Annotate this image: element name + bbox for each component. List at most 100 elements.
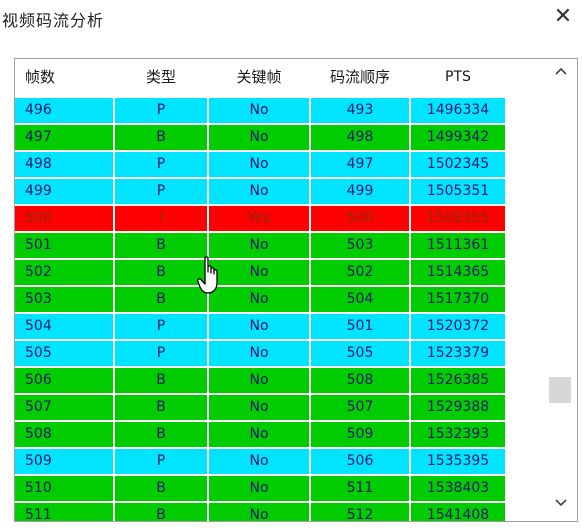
frame-type-cell: B — [115, 395, 207, 420]
frame-type-cell: B — [115, 233, 207, 258]
frame-type-cell: P — [115, 98, 207, 123]
frame-row[interactable]: 502 B No 502 1514365 — [15, 259, 545, 286]
frame-number-cell: 511 — [15, 503, 113, 521]
frame-number-cell: 497 — [15, 125, 113, 150]
frame-number-cell: 496 — [15, 98, 113, 123]
keyframe-cell: No — [209, 314, 309, 339]
frame-number-cell: 501 — [15, 233, 113, 258]
keyframe-cell: No — [209, 179, 309, 204]
keyframe-cell: No — [209, 476, 309, 501]
column-header-frame[interactable]: 帧数 — [15, 59, 113, 95]
frame-row[interactable]: 498 P No 497 1502345 — [15, 151, 545, 178]
pts-cell: 1529388 — [411, 395, 505, 420]
frame-row[interactable]: 496 P No 493 1496334 — [15, 97, 545, 124]
column-header-type[interactable]: 类型 — [115, 59, 207, 95]
keyframe-cell: No — [209, 341, 309, 366]
keyframe-cell: No — [209, 422, 309, 447]
chevron-down-icon — [555, 499, 567, 507]
frame-number-cell: 509 — [15, 449, 113, 474]
frame-number-cell: 506 — [15, 368, 113, 393]
frame-type-cell: P — [115, 341, 207, 366]
frame-row[interactable]: 509 P No 506 1535395 — [15, 448, 545, 475]
frame-row[interactable]: 508 B No 509 1532393 — [15, 421, 545, 448]
stream-order-cell: 500 — [311, 206, 409, 231]
pts-cell: 1502345 — [411, 152, 505, 177]
frame-type-cell: B — [115, 125, 207, 150]
stream-order-cell: 503 — [311, 233, 409, 258]
frame-type-cell: B — [115, 260, 207, 285]
frame-type-cell: B — [115, 422, 207, 447]
column-header-stream-order[interactable]: 码流顺序 — [311, 59, 409, 95]
stream-order-cell: 505 — [311, 341, 409, 366]
stream-order-cell: 493 — [311, 98, 409, 123]
frame-row[interactable]: 505 P No 505 1523379 — [15, 340, 545, 367]
column-header-keyframe[interactable]: 关键帧 — [209, 59, 309, 95]
pts-cell: 1505351 — [411, 179, 505, 204]
keyframe-cell: No — [209, 260, 309, 285]
pts-cell: 1499342 — [411, 125, 505, 150]
frame-row[interactable]: 511 B No 512 1541408 — [15, 502, 545, 521]
keyframe-cell: No — [209, 395, 309, 420]
frame-type-cell: P — [115, 449, 207, 474]
pts-cell: 1508355 — [411, 206, 505, 231]
keyframe-cell: No — [209, 152, 309, 177]
pts-cell: 1520372 — [411, 314, 505, 339]
keyframe-cell: No — [209, 287, 309, 312]
pts-cell: 1496334 — [411, 98, 505, 123]
keyframe-cell: No — [209, 503, 309, 521]
frame-row[interactable]: 497 B No 498 1499342 — [15, 124, 545, 151]
frame-number-cell: 510 — [15, 476, 113, 501]
keyframe-cell: No — [209, 368, 309, 393]
stream-order-cell: 506 — [311, 449, 409, 474]
frame-number-cell: 504 — [15, 314, 113, 339]
frame-number-cell: 502 — [15, 260, 113, 285]
frame-row[interactable]: 504 P No 501 1520372 — [15, 313, 545, 340]
stream-order-cell: 507 — [311, 395, 409, 420]
stream-order-cell: 497 — [311, 152, 409, 177]
frame-number-cell: 500 — [15, 206, 113, 231]
frame-row[interactable]: 503 B No 504 1517370 — [15, 286, 545, 313]
frame-row[interactable]: 501 B No 503 1511361 — [15, 232, 545, 259]
close-icon: ✕ — [553, 4, 573, 29]
frame-type-cell: P — [115, 314, 207, 339]
frame-row[interactable]: 510 B No 511 1538403 — [15, 475, 545, 502]
list-header: 帧数 类型 关键帧 码流顺序 PTS — [15, 59, 545, 95]
pts-cell: 1517370 — [411, 287, 505, 312]
frame-number-cell: 503 — [15, 287, 113, 312]
keyframe-cell: No — [209, 233, 309, 258]
stream-order-cell: 504 — [311, 287, 409, 312]
frame-row[interactable]: 500 I Yes 500 1508355 — [15, 205, 545, 232]
frame-row[interactable]: 499 P No 499 1505351 — [15, 178, 545, 205]
pts-cell: 1535395 — [411, 449, 505, 474]
frame-type-cell: B — [115, 287, 207, 312]
column-header-pts[interactable]: PTS — [411, 59, 505, 95]
scroll-down-button[interactable] — [546, 495, 576, 517]
vertical-scrollbar[interactable] — [546, 59, 576, 521]
scroll-up-button[interactable] — [546, 65, 576, 87]
keyframe-cell: No — [209, 98, 309, 123]
pts-cell: 1514365 — [411, 260, 505, 285]
frame-type-cell: B — [115, 476, 207, 501]
frame-type-cell: B — [115, 368, 207, 393]
stream-order-cell: 509 — [311, 422, 409, 447]
stream-order-cell: 502 — [311, 260, 409, 285]
chevron-up-icon — [555, 67, 567, 75]
close-button[interactable]: ✕ — [548, 4, 578, 30]
scroll-thumb[interactable] — [549, 377, 571, 403]
stream-order-cell: 499 — [311, 179, 409, 204]
stream-order-cell: 508 — [311, 368, 409, 393]
pts-cell: 1532393 — [411, 422, 505, 447]
pts-cell: 1538403 — [411, 476, 505, 501]
stream-order-cell: 512 — [311, 503, 409, 521]
frame-list[interactable]: 帧数 类型 关键帧 码流顺序 PTS 496 P No 493 1496334 497 B N… — [14, 58, 578, 522]
video-stream-analysis-window: 视频码流分析 ✕ 帧数 类型 关键帧 码流顺序 PTS 496 P No 493 149… — [0, 0, 583, 532]
frame-row[interactable]: 507 B No 507 1529388 — [15, 394, 545, 421]
pts-cell: 1541408 — [411, 503, 505, 521]
frame-type-cell: B — [115, 503, 207, 521]
frame-number-cell: 508 — [15, 422, 113, 447]
hand-pointer-icon — [197, 256, 218, 294]
frame-row[interactable]: 506 B No 508 1526385 — [15, 367, 545, 394]
frame-type-cell: P — [115, 152, 207, 177]
frame-type-cell: P — [115, 179, 207, 204]
stream-order-cell: 498 — [311, 125, 409, 150]
